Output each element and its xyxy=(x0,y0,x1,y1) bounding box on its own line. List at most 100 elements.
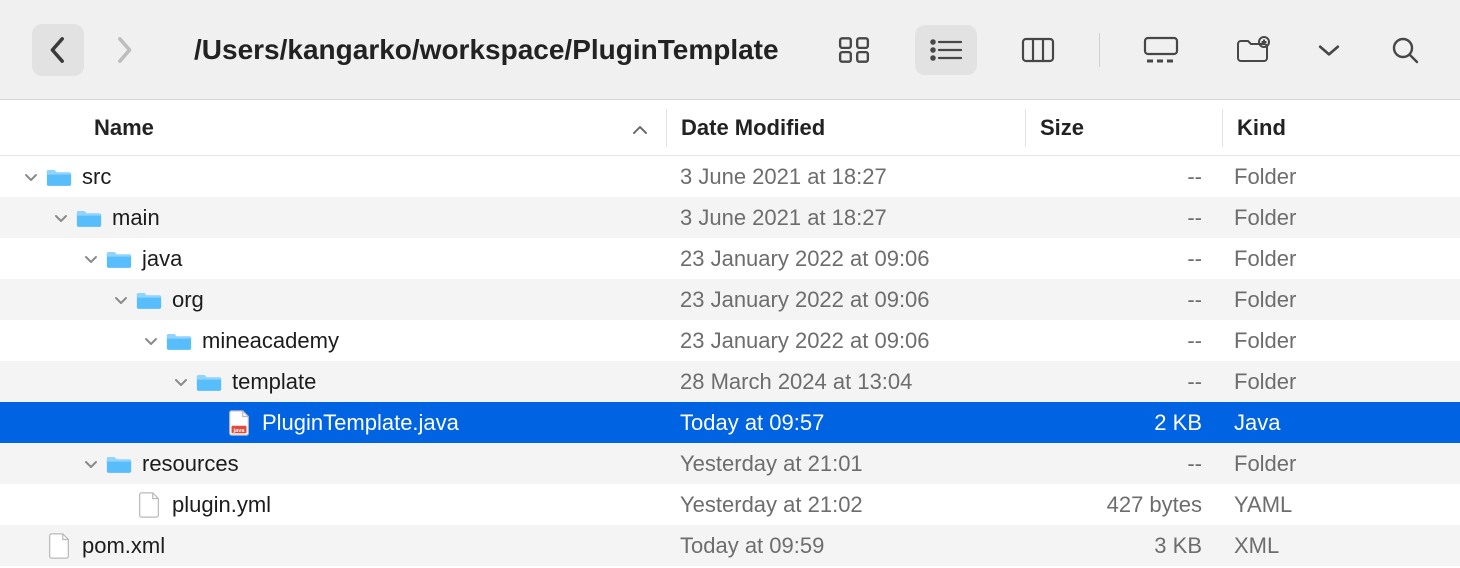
file-name-label: java xyxy=(142,246,182,272)
folder-icon xyxy=(162,330,196,352)
file-date-label: 3 June 2021 at 18:27 xyxy=(666,205,1024,231)
column-header-size[interactable]: Size xyxy=(1026,115,1222,141)
file-size-label: -- xyxy=(1024,451,1220,477)
column-header-date-label: Date Modified xyxy=(681,115,825,140)
disclosure-triangle-icon[interactable] xyxy=(20,170,42,184)
file-row-name-cell: org xyxy=(0,287,666,313)
file-name-label: org xyxy=(172,287,204,313)
file-row-name-cell: PluginTemplate.java xyxy=(0,409,666,437)
file-date-label: Today at 09:57 xyxy=(666,410,1024,436)
folder-icon xyxy=(192,371,226,393)
file-row[interactable]: src 3 June 2021 at 18:27--Folder xyxy=(0,156,1460,197)
toolbar-divider xyxy=(1099,33,1100,67)
file-row[interactable]: main 3 June 2021 at 18:27--Folder xyxy=(0,197,1460,238)
file-row-name-cell: template xyxy=(0,369,666,395)
file-size-label: 427 bytes xyxy=(1024,492,1220,518)
file-kind-label: Folder xyxy=(1220,246,1460,272)
column-header-row: Name Date Modified Size Kind xyxy=(0,100,1460,156)
file-row[interactable]: template 28 March 2024 at 13:04--Folder xyxy=(0,361,1460,402)
folder-icon xyxy=(72,207,106,229)
file-kind-label: XML xyxy=(1220,533,1460,559)
column-header-name[interactable]: Name xyxy=(0,115,666,141)
forward-button[interactable] xyxy=(98,24,150,76)
file-row-name-cell: mineacademy xyxy=(0,328,666,354)
file-row[interactable]: mineacademy23 January 2022 at 09:06--Fol… xyxy=(0,320,1460,361)
file-row[interactable]: org 23 January 2022 at 09:06--Folder xyxy=(0,279,1460,320)
disclosure-triangle-icon[interactable] xyxy=(110,293,132,307)
file-date-label: 3 June 2021 at 18:27 xyxy=(666,164,1024,190)
folder-icon xyxy=(102,453,136,475)
file-date-label: 23 January 2022 at 09:06 xyxy=(666,328,1024,354)
file-name-label: PluginTemplate.java xyxy=(262,410,459,436)
file-row-name-cell: pom.xml xyxy=(0,532,666,560)
column-header-name-label: Name xyxy=(94,115,154,141)
file-name-label: pom.xml xyxy=(82,533,165,559)
file-size-label: 2 KB xyxy=(1024,410,1220,436)
folder-icon xyxy=(42,166,76,188)
file-size-label: -- xyxy=(1024,287,1220,313)
file-kind-label: Folder xyxy=(1220,164,1460,190)
folder-icon xyxy=(102,248,136,270)
sort-indicator-icon xyxy=(632,115,666,141)
file-kind-label: Folder xyxy=(1220,451,1460,477)
file-size-label: 3 KB xyxy=(1024,533,1220,559)
file-size-label: -- xyxy=(1024,246,1220,272)
file-row-name-cell: src xyxy=(0,164,666,190)
file-date-label: 28 March 2024 at 13:04 xyxy=(666,369,1024,395)
icon-view-button[interactable] xyxy=(823,25,885,75)
file-row[interactable]: PluginTemplate.java Today at 09:572 KBJav… xyxy=(0,402,1460,443)
file-icon xyxy=(132,491,166,519)
column-header-kind[interactable]: Kind xyxy=(1223,115,1460,141)
file-icon xyxy=(42,532,76,560)
file-row[interactable]: java 23 January 2022 at 09:06--Folder xyxy=(0,238,1460,279)
disclosure-triangle-icon[interactable] xyxy=(80,457,102,471)
file-name-label: main xyxy=(112,205,160,231)
view-switcher xyxy=(823,25,1192,75)
column-header-date[interactable]: Date Modified xyxy=(667,115,1025,141)
file-row-name-cell: java xyxy=(0,246,666,272)
file-name-label: resources xyxy=(142,451,239,477)
file-row-name-cell: main xyxy=(0,205,666,231)
path-title: /Users/kangarko/workspace/PluginTemplate xyxy=(194,34,779,66)
file-kind-label: Folder xyxy=(1220,287,1460,313)
new-folder-button[interactable] xyxy=(1222,25,1284,75)
file-kind-label: Folder xyxy=(1220,369,1460,395)
folder-icon xyxy=(132,289,166,311)
column-header-kind-label: Kind xyxy=(1237,115,1286,140)
file-row-name-cell: resources xyxy=(0,451,666,477)
file-size-label: -- xyxy=(1024,369,1220,395)
file-kind-label: YAML xyxy=(1220,492,1460,518)
file-size-label: -- xyxy=(1024,205,1220,231)
file-name-label: mineacademy xyxy=(202,328,339,354)
file-row[interactable]: plugin.yml Yesterday at 21:02427 bytesYAM… xyxy=(0,484,1460,525)
file-date-label: 23 January 2022 at 09:06 xyxy=(666,287,1024,313)
file-date-label: Today at 09:59 xyxy=(666,533,1024,559)
list-view-button[interactable] xyxy=(915,25,977,75)
file-name-label: template xyxy=(232,369,316,395)
file-kind-label: Folder xyxy=(1220,205,1460,231)
search-button[interactable] xyxy=(1374,25,1436,75)
java-file-icon xyxy=(222,409,256,437)
file-name-label: plugin.yml xyxy=(172,492,271,518)
file-name-label: src xyxy=(82,164,111,190)
disclosure-triangle-icon[interactable] xyxy=(170,375,192,389)
column-header-size-label: Size xyxy=(1040,115,1084,140)
file-row-name-cell: plugin.yml xyxy=(0,491,666,519)
file-date-label: Yesterday at 21:02 xyxy=(666,492,1024,518)
file-kind-label: Java xyxy=(1220,410,1460,436)
back-button[interactable] xyxy=(32,24,84,76)
file-date-label: Yesterday at 21:01 xyxy=(666,451,1024,477)
gallery-view-button[interactable] xyxy=(1130,25,1192,75)
more-menu-button[interactable] xyxy=(1314,25,1344,75)
file-list: src3 June 2021 at 18:27--Foldermain3 Jun… xyxy=(0,156,1460,566)
file-row[interactable]: pom.xml Today at 09:593 KBXML xyxy=(0,525,1460,566)
file-row[interactable]: resources Yesterday at 21:01--Folder xyxy=(0,443,1460,484)
column-view-button[interactable] xyxy=(1007,25,1069,75)
disclosure-triangle-icon[interactable] xyxy=(50,211,72,225)
toolbar: /Users/kangarko/workspace/PluginTemplate xyxy=(0,0,1460,100)
file-size-label: -- xyxy=(1024,164,1220,190)
disclosure-triangle-icon[interactable] xyxy=(140,334,162,348)
file-date-label: 23 January 2022 at 09:06 xyxy=(666,246,1024,272)
file-kind-label: Folder xyxy=(1220,328,1460,354)
disclosure-triangle-icon[interactable] xyxy=(80,252,102,266)
